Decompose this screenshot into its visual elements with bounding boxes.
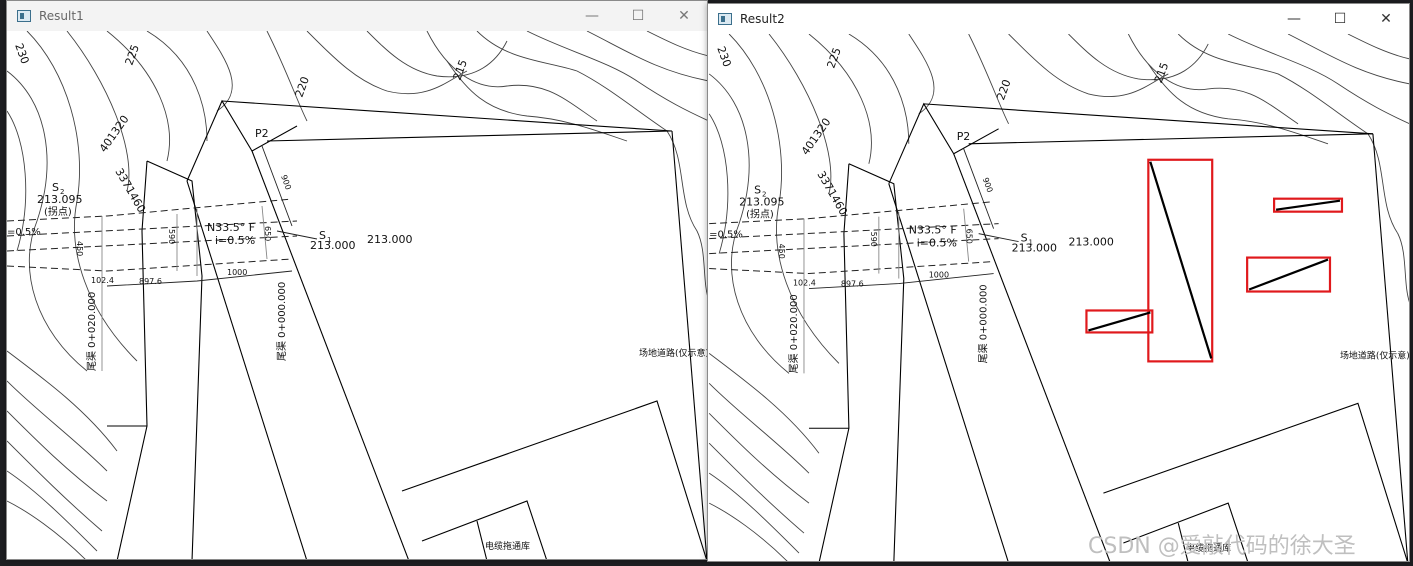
road-note: 场地道路(仅示意) xyxy=(639,347,707,359)
dim-label: 1000 xyxy=(929,271,949,280)
station-label: 尾渠 0+020.000 xyxy=(788,294,800,373)
cad-drawing-detected: 230 225 220 215 401320 3371460 S 2 213.0… xyxy=(708,34,1409,561)
contour-label: 230 xyxy=(12,42,31,66)
dim-label: 590 xyxy=(869,232,878,247)
window-app-icon xyxy=(718,13,732,25)
minimize-button[interactable]: — xyxy=(569,1,615,31)
direction-label: N33.5° F xyxy=(207,221,255,234)
station-label: 尾渠 0+000.000 xyxy=(978,284,990,363)
contour-label: 230 xyxy=(714,45,733,69)
coord-label: 3371460 xyxy=(814,169,850,218)
contour-label: 215 xyxy=(451,58,470,82)
close-button[interactable]: ✕ xyxy=(661,1,707,31)
dim-label: 897.6 xyxy=(841,280,864,289)
coord-label: 3371460 xyxy=(112,166,148,215)
elevation-label: 213.000 xyxy=(1068,236,1113,249)
detected-line xyxy=(1248,258,1329,291)
close-button[interactable]: ✕ xyxy=(1363,4,1409,34)
dim-label: 900 xyxy=(279,174,293,191)
grade-label: i=0.5% xyxy=(215,234,255,247)
image-canvas: 230 225 220 215 401320 3371460 S 2 213.0… xyxy=(708,34,1409,561)
window-title: Result2 xyxy=(740,12,785,26)
dim-label: 897.6 xyxy=(139,277,162,286)
dim-label: 450 xyxy=(777,244,786,259)
s2-note: (拐点) xyxy=(746,208,774,221)
s2-elevation: 213.095 xyxy=(37,193,83,206)
result2-window[interactable]: Result2 — ☐ ✕ 230 225 220 215 401320 337… xyxy=(707,3,1410,562)
building-label: 电缆拖通库 xyxy=(1186,542,1231,554)
dim-label: 1000 xyxy=(227,268,247,277)
contour-label: 215 xyxy=(1152,61,1171,85)
elevation-label: 213.000 xyxy=(367,233,413,246)
s1-elevation: 213.000 xyxy=(1012,242,1057,255)
image-canvas: 230 225 220 215 401320 3371460 S 2 213.0… xyxy=(7,31,707,559)
window-title: Result1 xyxy=(39,9,84,23)
minimize-button[interactable]: — xyxy=(1271,4,1317,34)
detected-line xyxy=(1088,311,1151,332)
window-app-icon xyxy=(17,10,31,22)
cad-drawing-copy: 230 225 220 215 401320 3371460 S 2 213.0… xyxy=(708,34,1409,561)
road-note: 场地道路(仅示意) xyxy=(1340,349,1409,361)
title-bar[interactable]: Result1 — ☐ ✕ xyxy=(7,1,707,31)
dim-label: 650 xyxy=(263,226,272,241)
p2-label: P2 xyxy=(957,130,971,143)
dim-label: 590 xyxy=(167,229,176,244)
dim-label: 650 xyxy=(965,229,974,244)
dim-label: 900 xyxy=(981,176,995,193)
dim-label: 102.4 xyxy=(793,279,816,288)
station-label: 尾渠 0+020.000 xyxy=(86,292,98,371)
contour-label: 220 xyxy=(994,78,1013,102)
cad-drawing: 230 225 220 215 401320 3371460 S 2 213.0… xyxy=(7,31,707,559)
s2-note: (拐点) xyxy=(44,205,72,218)
dim-label: 102.4 xyxy=(91,276,114,285)
grade-left: =0.5% xyxy=(709,230,743,241)
grade-label: i=0.5% xyxy=(917,237,957,250)
detected-line xyxy=(1149,161,1213,359)
p2-label: P2 xyxy=(255,127,269,140)
s1-elevation: 213.000 xyxy=(310,239,356,252)
dim-label: 450 xyxy=(75,241,84,256)
detected-line xyxy=(1275,199,1341,211)
grade-left: =0.5% xyxy=(7,227,41,238)
maximize-button[interactable]: ☐ xyxy=(1317,4,1363,34)
building-label: 电缆拖通库 xyxy=(485,540,530,552)
s2-elevation: 213.095 xyxy=(739,196,784,209)
title-bar[interactable]: Result2 — ☐ ✕ xyxy=(708,4,1409,34)
direction-label: N33.5° F xyxy=(909,224,957,237)
maximize-button[interactable]: ☐ xyxy=(615,1,661,31)
station-label: 尾渠 0+000.000 xyxy=(276,282,288,361)
contour-label: 220 xyxy=(293,75,312,99)
result1-window[interactable]: Result1 — ☐ ✕ 230 225 220 215 401320 337… xyxy=(6,0,708,560)
